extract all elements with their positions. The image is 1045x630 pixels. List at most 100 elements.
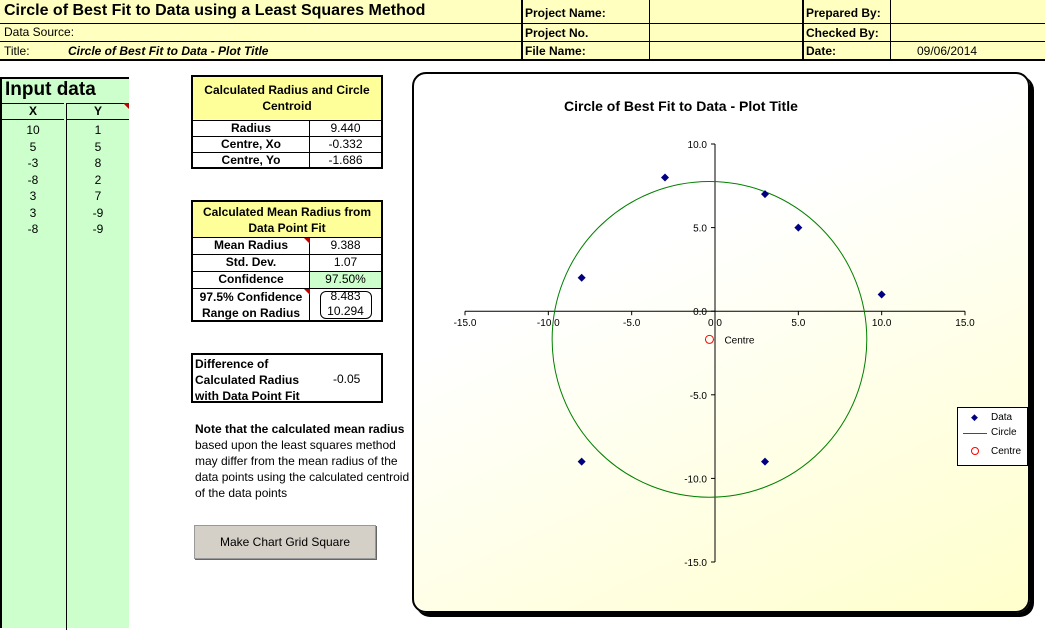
input-x-value[interactable]: -8 xyxy=(2,222,64,236)
data-source-label: Data Source: xyxy=(4,25,75,39)
date-value: 09/06/2014 xyxy=(917,44,978,58)
comment-marker xyxy=(304,238,310,244)
y-tick-label: -5.0 xyxy=(690,391,708,402)
difference-label-line-1: Difference of xyxy=(195,357,269,371)
best-fit-circle xyxy=(551,181,868,498)
table-row: Confidence 97.50% xyxy=(193,271,381,288)
input-x-value[interactable]: 5 xyxy=(2,140,64,154)
range-values: 8.483 10.294 xyxy=(310,289,381,320)
x-tick-label: 0.0 xyxy=(708,318,722,329)
y-tick-label: 0.0 xyxy=(693,307,707,318)
comment-marker xyxy=(123,103,129,109)
legend-data-label: Data xyxy=(991,412,1013,423)
note-bold: Note that the calculated mean radius xyxy=(195,422,405,436)
radius-table: Calculated Radius and Circle Centroid Ra… xyxy=(191,75,383,169)
centre-annotation: Centre xyxy=(724,335,754,346)
divider xyxy=(802,0,804,60)
prepared-by-label: Prepared By: xyxy=(806,6,881,20)
chart-legend: ◆ Data Circle Centre xyxy=(957,407,1028,466)
header-bar: Circle of Best Fit to Data using a Least… xyxy=(0,0,1045,61)
legend-centre-marker xyxy=(971,447,979,455)
note-body: based upon the least squares method may … xyxy=(195,438,410,500)
table-row: Std. Dev. 1.07 xyxy=(193,254,381,271)
note-text: Note that the calculated mean radius bas… xyxy=(195,421,410,501)
main-title: Circle of Best Fit to Data using a Least… xyxy=(4,2,426,19)
x-tick-label: 5.0 xyxy=(791,318,805,329)
legend-centre-label: Centre xyxy=(991,446,1022,457)
divider xyxy=(521,0,523,60)
confidence-value[interactable]: 97.50% xyxy=(310,272,381,288)
difference-label: Difference of Calculated Radius with Dat… xyxy=(195,356,300,404)
range-bracket xyxy=(320,291,372,319)
mean-table-title: Calculated Mean Radius from Data Point F… xyxy=(193,202,381,237)
input-y-value[interactable]: 2 xyxy=(67,173,129,187)
legend-data-marker: ◆ xyxy=(971,412,978,422)
data-point xyxy=(577,457,586,466)
table-row: Radius 9.440 xyxy=(193,120,381,136)
radius-label: Radius xyxy=(193,121,310,136)
chart-svg: -15.0 -10.0 -5.0 0.0 5.0 10.0 15.0 10.0 5.0 0.0 -5… xyxy=(454,140,976,569)
input-y-value[interactable]: 5 xyxy=(67,140,129,154)
chart-area: -15.0 -10.0 -5.0 0.0 5.0 10.0 15.0 10.0 5.0 0.0 -5… xyxy=(412,72,1030,613)
input-x-value[interactable]: -3 xyxy=(2,156,64,170)
difference-box: Difference of Calculated Radius with Dat… xyxy=(191,353,383,403)
mean-radius-value: 9.388 xyxy=(330,238,361,252)
table-row: 97.5% Confidence Range on Radius 8.483 1… xyxy=(193,288,381,320)
data-point xyxy=(761,190,769,199)
difference-label-line-2: Calculated Radius xyxy=(195,373,300,387)
table-row: Centre, Xo -0.332 xyxy=(193,136,381,152)
range-label: 97.5% Confidence Range on Radius xyxy=(193,289,310,320)
comment-marker xyxy=(304,289,310,295)
input-y-value[interactable]: -9 xyxy=(67,206,129,220)
divider xyxy=(649,0,650,60)
data-point xyxy=(761,457,769,466)
divider xyxy=(890,0,891,60)
checked-by-label: Checked By: xyxy=(806,26,879,40)
std-dev-label: Std. Dev. xyxy=(193,255,310,271)
data-point xyxy=(794,223,803,232)
data-point xyxy=(661,173,669,182)
x-tick-label: 15.0 xyxy=(955,318,975,329)
range-label-line-1: 97.5% Confidence xyxy=(199,290,303,304)
y-tick-label: 5.0 xyxy=(693,224,707,235)
input-data-panel: Input data X Y 10 1 5 5 -3 8 -8 2 3 7 3 -9 -8 -9 xyxy=(0,77,129,630)
input-y-value[interactable]: 8 xyxy=(67,156,129,170)
date-label: Date: xyxy=(806,44,837,58)
column-header-y: Y xyxy=(67,103,129,120)
input-x-value[interactable]: 10 xyxy=(2,123,64,137)
centre-y-value: -1.686 xyxy=(328,153,363,167)
make-chart-grid-square-button[interactable]: Make Chart Grid Square xyxy=(194,525,376,559)
data-point xyxy=(877,290,886,299)
data-point xyxy=(577,273,586,282)
radius-table-title: Calculated Radius and Circle Centroid xyxy=(193,77,381,119)
input-x-value[interactable]: -8 xyxy=(2,173,64,187)
x-tick-label: -10.0 xyxy=(537,318,560,329)
std-dev-value: 1.07 xyxy=(333,255,358,269)
project-no-label: Project No. xyxy=(525,26,589,40)
centre-x-value: -0.332 xyxy=(328,137,363,151)
input-data-title: Input data xyxy=(5,79,96,100)
input-y-value[interactable]: 1 xyxy=(67,123,129,137)
column-header-x: X xyxy=(2,103,64,120)
title-value: Circle of Best Fit to Data - Plot Title xyxy=(68,44,269,58)
input-y-value[interactable]: 7 xyxy=(67,189,129,203)
difference-value: -0.05 xyxy=(333,372,361,386)
range-label-line-2: Range on Radius xyxy=(201,306,300,320)
centre-point xyxy=(704,334,714,344)
mean-radius-label: Mean Radius xyxy=(193,238,310,254)
y-tick-label: -15.0 xyxy=(684,558,707,569)
input-x-value[interactable]: 3 xyxy=(2,189,64,203)
title-label: Title: xyxy=(4,44,30,58)
x-tick-label: 10.0 xyxy=(872,318,892,329)
mean-radius-table: Calculated Mean Radius from Data Point F… xyxy=(191,200,383,322)
project-name-label: Project Name: xyxy=(525,6,606,20)
input-x-value[interactable]: 3 xyxy=(2,206,64,220)
radius-value: 9.440 xyxy=(330,121,361,135)
table-row: Centre, Yo -1.686 xyxy=(193,152,381,168)
file-name-label: File Name: xyxy=(525,44,586,58)
legend-circle-line xyxy=(963,433,987,434)
confidence-label: Confidence xyxy=(193,272,310,288)
difference-label-line-3: with Data Point Fit xyxy=(195,389,300,403)
legend-circle-label: Circle xyxy=(991,427,1017,438)
input-y-value[interactable]: -9 xyxy=(67,222,129,236)
